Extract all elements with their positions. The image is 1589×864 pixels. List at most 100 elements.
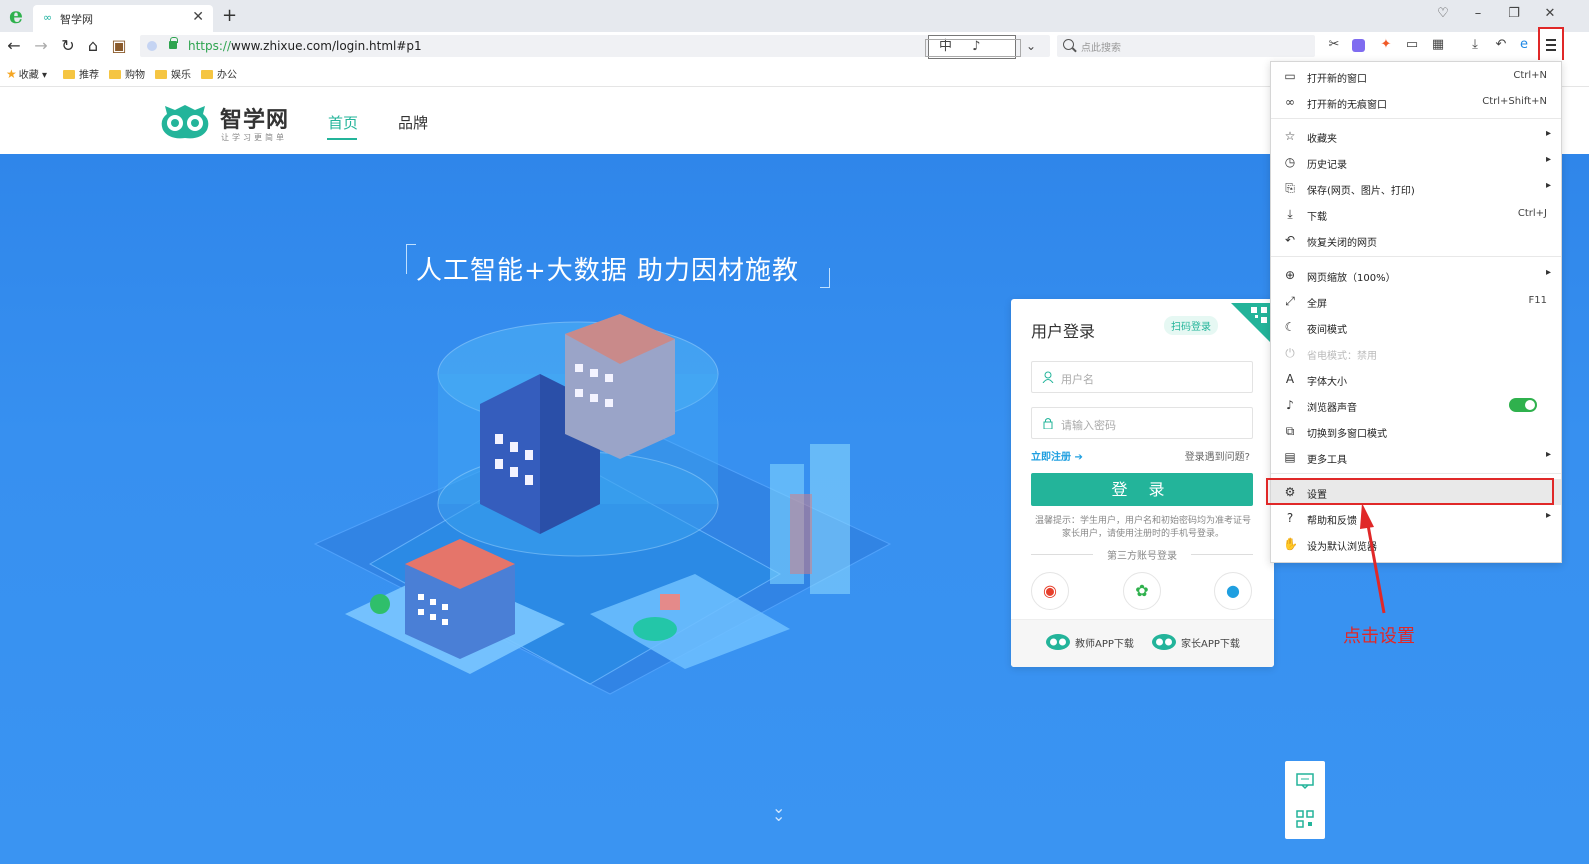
- font-icon: A: [1285, 372, 1295, 386]
- nav-brand[interactable]: 品牌: [398, 112, 428, 133]
- teacher-app-download[interactable]: 教师APP下载: [1045, 633, 1134, 651]
- site-logo-subtitle: 让学习更简单: [221, 133, 287, 142]
- speaker-icon: ♪: [1286, 398, 1294, 412]
- close-window-button[interactable]: ✕: [1540, 4, 1560, 24]
- screenshot-icon[interactable]: ▭: [1404, 37, 1420, 53]
- back-button[interactable]: ←: [3, 35, 25, 57]
- home-button[interactable]: ⌂: [82, 35, 104, 57]
- weibo-icon[interactable]: ◉: [1031, 572, 1069, 610]
- lock-icon: [169, 37, 178, 49]
- close-tab-icon[interactable]: ✕: [192, 9, 204, 25]
- new-tab-button[interactable]: +: [222, 5, 237, 26]
- menu-item-zoom[interactable]: ⊕ 网页缩放（100%） ▸: [1271, 262, 1561, 288]
- ime-toolbar[interactable]: 中 ♪ 仆: [925, 35, 1021, 76]
- bookmark-folder-entertainment[interactable]: 娱乐: [155, 66, 191, 81]
- ie-icon[interactable]: e: [1516, 37, 1532, 53]
- title-bar: e ∞ 智学网 ✕ + ♡ – ❐ ✕: [0, 0, 1589, 32]
- folder-icon: [109, 70, 121, 79]
- password-field[interactable]: 请输入密码: [1031, 407, 1253, 439]
- nav-home[interactable]: 首页: [328, 112, 358, 133]
- sound-toggle[interactable]: [1509, 398, 1537, 412]
- folder-icon: [201, 70, 213, 79]
- address-bar: ← → ↻ ⌂ ▣ https://www.zhixue.com/login.h…: [0, 32, 1589, 76]
- menu-item-save[interactable]: ⎘ 保存(网页、图片、打印) ▸: [1271, 175, 1561, 201]
- bookmark-favorites[interactable]: ★ 收藏 ▾: [6, 66, 47, 81]
- folder-icon: [155, 70, 167, 79]
- reload-button[interactable]: ↻: [57, 35, 79, 57]
- menu-item-help[interactable]: ? 帮助和反馈 ▸: [1271, 505, 1561, 531]
- hero-slogan: 人工智能+大数据 助力因材施教: [416, 256, 800, 286]
- scissors-icon[interactable]: ✂: [1326, 37, 1342, 53]
- menu-item-power-saving: ⏻ 省电模式：禁用: [1271, 340, 1561, 366]
- qr-code-icon[interactable]: [1231, 303, 1271, 343]
- incognito-icon: ∞: [1285, 95, 1295, 109]
- owl-logo-icon: ∞: [43, 11, 53, 24]
- wechat-icon[interactable]: ✿: [1123, 572, 1161, 610]
- menu-button[interactable]: [1538, 27, 1564, 63]
- app-download-bar: 教师APP下载 家长APP下载: [1011, 619, 1274, 667]
- menu-item-multi-window[interactable]: ⧉ 切换到多窗口模式: [1271, 418, 1561, 444]
- third-party-title: 第三方账号登录: [1031, 547, 1253, 562]
- skin-icon[interactable]: ♡: [1433, 4, 1453, 24]
- extension-icon[interactable]: [1352, 39, 1365, 52]
- power-icon: ⏻: [1285, 346, 1295, 360]
- thumbs-up-icon: ✋: [1283, 537, 1298, 551]
- minimize-button[interactable]: –: [1468, 4, 1488, 24]
- chevron-down-icon[interactable]: ⌄: [1026, 39, 1036, 53]
- qr-login-tag[interactable]: 扫码登录: [1164, 316, 1218, 335]
- feedback-icon[interactable]: [1295, 771, 1315, 791]
- menu-item-more-tools[interactable]: ▤ 更多工具 ▸: [1271, 444, 1561, 470]
- scroll-down-icon[interactable]: ⌄ ⌄: [772, 800, 785, 824]
- menu-divider: [1271, 473, 1561, 474]
- briefcase-icon[interactable]: ▣: [108, 35, 130, 57]
- username-field[interactable]: 用户名: [1031, 361, 1253, 393]
- game-icon[interactable]: ✦: [1378, 37, 1394, 53]
- login-button[interactable]: 登 录: [1031, 473, 1253, 506]
- toolbox-icon: ▤: [1284, 450, 1296, 464]
- qr-code-icon[interactable]: [1295, 809, 1315, 829]
- menu-item-download[interactable]: ⤓ 下载 Ctrl+J: [1271, 201, 1561, 227]
- help-icon: ?: [1286, 511, 1294, 525]
- url-field[interactable]: https://www.zhixue.com/login.html#p1 中 ♪…: [140, 35, 1050, 76]
- menu-divider: [1271, 256, 1561, 257]
- save-icon: ⎘: [1285, 181, 1295, 195]
- menu-item-new-window[interactable]: ▭ 打开新的窗口 Ctrl+N: [1271, 63, 1561, 89]
- search-icon: [1063, 39, 1074, 50]
- owl-logo-icon[interactable]: [157, 100, 213, 140]
- menu-item-incognito[interactable]: ∞ 打开新的无痕窗口 Ctrl+Shift+N: [1271, 89, 1561, 115]
- forgot-link[interactable]: 登录遇到问题?: [1185, 448, 1250, 463]
- bookmark-folder-recommend[interactable]: 推荐: [63, 66, 99, 81]
- annotation-arrow-icon: [1360, 503, 1386, 614]
- register-link[interactable]: 立即注册 ➔: [1031, 448, 1083, 463]
- bracket-decoration: [406, 244, 416, 274]
- search-input[interactable]: 点此搜索: [1057, 35, 1315, 57]
- restore-button[interactable]: ❐: [1504, 4, 1524, 24]
- login-card: 用户登录 扫码登录 用户名 请输入密码 立即注册 ➔ 登录遇到问题? 登 录 温…: [1011, 299, 1274, 667]
- zoom-icon: ⊕: [1284, 268, 1296, 282]
- apps-grid-icon[interactable]: ▦: [1430, 37, 1446, 53]
- menu-item-fullscreen[interactable]: ⤢ 全屏 F11: [1271, 288, 1561, 314]
- menu-item-restore-closed[interactable]: ↶ 恢复关闭的网页: [1271, 227, 1561, 253]
- parent-app-download[interactable]: 家长APP下载: [1151, 633, 1240, 651]
- menu-item-night-mode[interactable]: ☾ 夜间模式: [1271, 314, 1561, 340]
- undo-icon[interactable]: ↶: [1493, 37, 1509, 53]
- menu-item-favorites[interactable]: ☆ 收藏夹 ▸: [1271, 123, 1561, 149]
- browser-logo-icon[interactable]: e: [5, 5, 27, 27]
- clock-icon: ◷: [1284, 155, 1296, 169]
- star-outline-icon: ☆: [1284, 129, 1296, 143]
- folder-icon: [63, 70, 75, 79]
- menu-item-history[interactable]: ◷ 历史记录 ▸: [1271, 149, 1561, 175]
- username-placeholder: 用户名: [1061, 373, 1094, 386]
- menu-item-browser-sound[interactable]: ♪ 浏览器声音: [1271, 392, 1561, 418]
- menu-item-font-size[interactable]: A 字体大小: [1271, 366, 1561, 392]
- download-icon[interactable]: ⤓: [1467, 37, 1483, 53]
- url-text[interactable]: https://www.zhixue.com/login.html#p1: [188, 39, 422, 53]
- star-icon: ★: [6, 67, 17, 81]
- bookmark-folder-office[interactable]: 办公: [201, 66, 237, 81]
- qq-icon[interactable]: ●: [1214, 572, 1252, 610]
- bookmark-folder-shopping[interactable]: 购物: [109, 66, 145, 81]
- menu-item-default-browser[interactable]: ✋ 设为默认浏览器: [1271, 531, 1561, 557]
- forward-button[interactable]: →: [30, 35, 52, 57]
- tab-zhixue[interactable]: ∞ 智学网 ✕: [33, 5, 213, 32]
- lock-icon: [1043, 418, 1053, 429]
